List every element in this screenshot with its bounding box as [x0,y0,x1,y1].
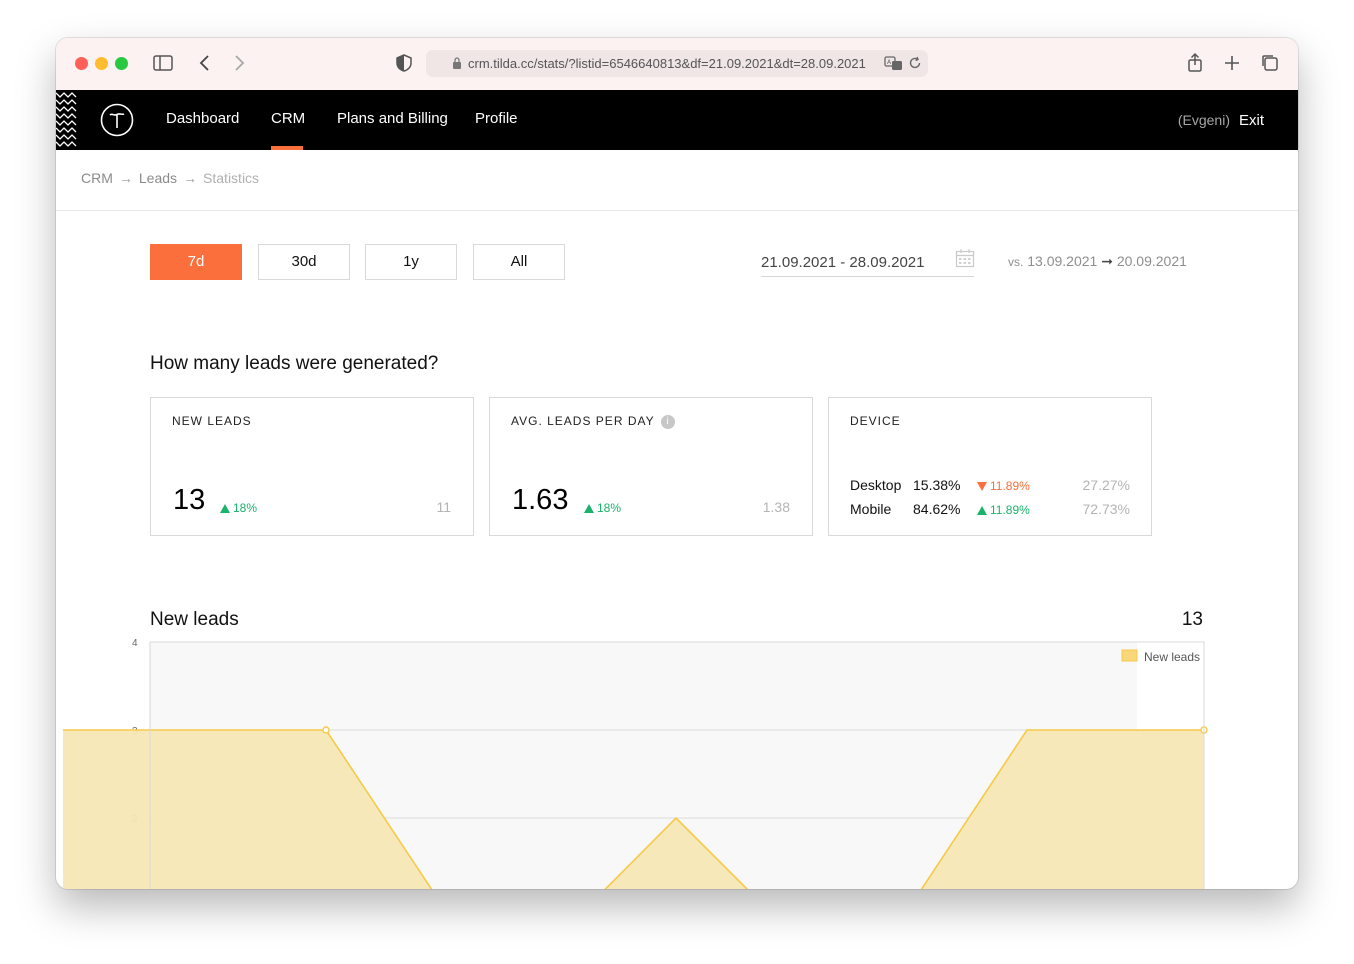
chart-legend-swatch [1121,649,1138,662]
chart-legend-label: New leads [1144,650,1200,664]
browser-window: crm.tilda.cc/stats/?listid=6546640813&df… [56,38,1298,889]
new-leads-chart: 432New leads [63,638,1208,889]
chart-y-tick-label: 4 [132,638,138,649]
chart-point [322,726,330,734]
